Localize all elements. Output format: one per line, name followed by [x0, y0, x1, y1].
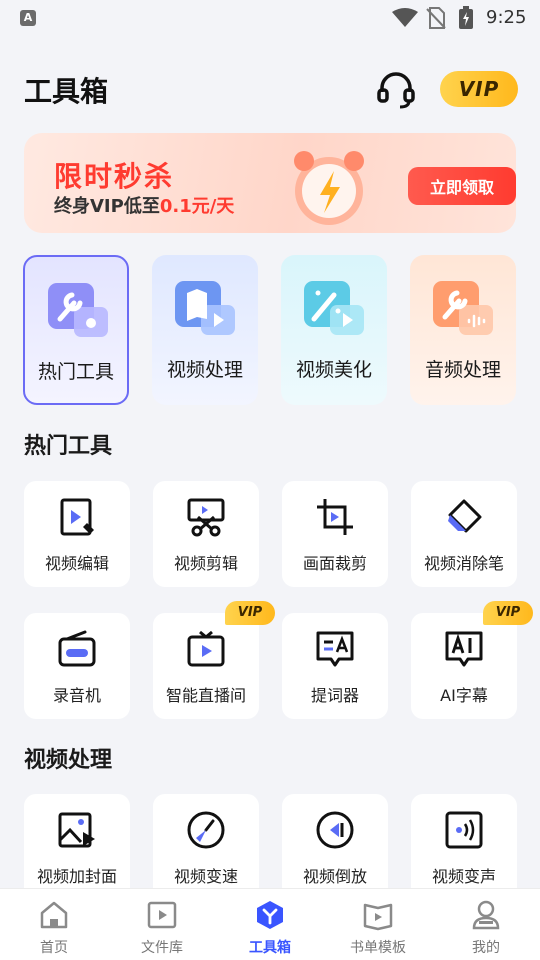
- tool-video-reverse[interactable]: 视频倒放: [282, 794, 388, 900]
- no-sim-icon: [426, 7, 446, 29]
- video-edit-icon: [60, 498, 94, 536]
- tool-recorder[interactable]: 录音机: [24, 613, 130, 719]
- status-bar: A 9:25: [0, 0, 540, 36]
- wifi-icon: [392, 8, 418, 27]
- tool-label: 视频变速: [173, 867, 238, 886]
- tool-label: 智能直播间: [165, 686, 246, 705]
- battery-charging-icon: [459, 6, 473, 29]
- page-title: 工具箱: [24, 75, 109, 108]
- category-label: 视频处理: [166, 359, 243, 381]
- cover-image-icon: [58, 812, 95, 848]
- home-icon: [40, 901, 68, 929]
- tool-teleprompter[interactable]: 提词器: [282, 613, 388, 719]
- video-process-icon: [175, 281, 235, 335]
- nav-label: 文件库: [141, 940, 183, 956]
- voice-change-icon: [445, 811, 483, 849]
- vip-badge-button[interactable]: VIP: [440, 71, 518, 107]
- tool-video-edit[interactable]: 视频编辑: [24, 481, 130, 587]
- banner-price: 0.1元/天: [159, 196, 235, 217]
- category-label: 音频处理: [424, 359, 501, 381]
- tool-label: 视频剪辑: [173, 554, 238, 573]
- tool-video-speed[interactable]: 视频变速: [153, 794, 259, 900]
- tool-label: 视频编辑: [44, 554, 109, 573]
- tool-label: 录音机: [52, 686, 101, 705]
- bottom-nav: 首页 文件库 工具箱 书单模板 我的: [0, 888, 540, 960]
- alarm-clock-icon: [294, 151, 364, 225]
- tools-icon: [48, 283, 108, 337]
- category-label: 视频美化: [295, 359, 372, 381]
- category-audio-process[interactable]: 音频处理: [410, 255, 516, 405]
- book-icon: [363, 903, 393, 931]
- audio-wrench-icon: [433, 281, 493, 335]
- tv-play-icon: [187, 630, 225, 667]
- headset-icon[interactable]: [376, 70, 416, 110]
- section-title-hot-tools: 热门工具: [24, 434, 113, 459]
- tool-video-cover[interactable]: 视频加封面: [24, 794, 130, 900]
- tool-label: 画面裁剪: [302, 554, 367, 573]
- category-video-beautify[interactable]: 视频美化: [281, 255, 387, 405]
- tool-label: 视频倒放: [302, 867, 367, 886]
- ai-subtitle-icon: [445, 631, 483, 667]
- tool-label: 提词器: [310, 686, 359, 705]
- vip-tag: VIP: [225, 601, 275, 625]
- tool-crop[interactable]: 画面裁剪: [282, 481, 388, 587]
- tool-video-cut[interactable]: 视频剪辑: [153, 481, 259, 587]
- tool-label: 视频变声: [431, 867, 496, 886]
- eraser-icon: [448, 499, 482, 533]
- speedometer-icon: [187, 811, 225, 849]
- nav-label: 首页: [40, 940, 68, 956]
- nav-booklist-template[interactable]: 书单模板: [324, 889, 432, 960]
- tool-label: 视频消除笔: [423, 554, 504, 573]
- banner-subtitle: 终身VIP低至0.1元/天: [54, 192, 234, 218]
- person-icon: [472, 900, 500, 930]
- banner-subtitle-prefix: 终身VIP低至: [54, 196, 160, 217]
- rewind-icon: [316, 811, 354, 849]
- nav-label: 书单模板: [350, 940, 406, 956]
- teleprompter-icon: [316, 631, 354, 667]
- nav-home[interactable]: 首页: [0, 889, 108, 960]
- scissors-icon: [187, 498, 225, 537]
- radio-icon: [58, 630, 96, 667]
- tool-label: AI字幕: [440, 686, 488, 705]
- tool-label: 视频加封面: [36, 867, 117, 886]
- video-library-icon: [147, 901, 177, 929]
- tool-live-room[interactable]: VIP 智能直播间: [153, 601, 275, 719]
- category-label: 热门工具: [37, 361, 114, 383]
- magic-wand-icon: [304, 281, 364, 335]
- banner-title: 限时秒杀: [54, 160, 175, 193]
- toolbox-icon: [257, 901, 283, 929]
- category-video-process[interactable]: 视频处理: [152, 255, 258, 405]
- section-title-video-process: 视频处理: [24, 748, 113, 773]
- nav-file-library[interactable]: 文件库: [108, 889, 216, 960]
- nav-mine[interactable]: 我的: [432, 889, 540, 960]
- tool-voice-change[interactable]: 视频变声: [411, 794, 517, 900]
- crop-icon: [317, 499, 353, 535]
- nav-toolbox[interactable]: 工具箱: [216, 889, 324, 960]
- category-hot-tools[interactable]: 热门工具: [23, 255, 129, 405]
- tool-ai-subtitle[interactable]: VIP AI字幕: [411, 601, 533, 719]
- promo-banner[interactable]: 限时秒杀 终身VIP低至0.1元/天 立即领取: [24, 133, 516, 233]
- claim-now-button[interactable]: 立即领取: [408, 167, 516, 205]
- vip-tag: VIP: [483, 601, 533, 625]
- nav-label: 工具箱: [249, 940, 291, 956]
- tool-eraser[interactable]: 视频消除笔: [411, 481, 517, 587]
- nav-label: 我的: [472, 940, 500, 956]
- notification-a-icon: A: [20, 10, 36, 26]
- clock-time: 9:25: [486, 7, 527, 28]
